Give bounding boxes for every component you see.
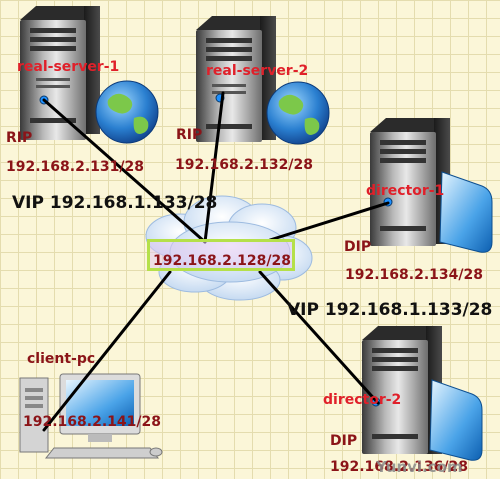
- director-1-dip: 192.168.2.134/28: [345, 267, 483, 283]
- director-2-dip-label: DIP: [330, 433, 358, 449]
- client-pc-ip: 192.168.2.141/28: [23, 414, 161, 430]
- monitor-screen-icon: [439, 171, 493, 253]
- real-server-1-rip-label: RIP: [6, 130, 33, 146]
- real-server-2-rip-label: RIP: [176, 127, 203, 143]
- director-2-name: director-2: [323, 392, 402, 408]
- real-server-1-name: real-server-1: [17, 59, 120, 75]
- server-icon: [370, 118, 450, 246]
- real-server-2-rip: 192.168.2.132/28: [175, 157, 313, 173]
- globe-icon: [95, 80, 159, 144]
- globe-icon: [266, 81, 330, 145]
- vip-label-1: VIP 192.168.1.133/28: [12, 193, 218, 213]
- vip-label-2: VIP 192.168.1.133/28: [287, 300, 493, 320]
- network-address: 192.168.2.128/28: [153, 253, 291, 269]
- monitor-screen-icon: [429, 379, 483, 461]
- link-director-2: [258, 270, 380, 405]
- watermark: Yunvi.com: [376, 458, 463, 476]
- client-pc-name: client-pc: [27, 351, 96, 367]
- real-server-2-name: real-server-2: [206, 63, 309, 79]
- director-1-name: director-1: [366, 183, 445, 199]
- real-server-1-rip: 192.168.2.131/28: [6, 159, 144, 175]
- director-1-dip-label: DIP: [344, 239, 372, 255]
- server-icon: [196, 16, 276, 142]
